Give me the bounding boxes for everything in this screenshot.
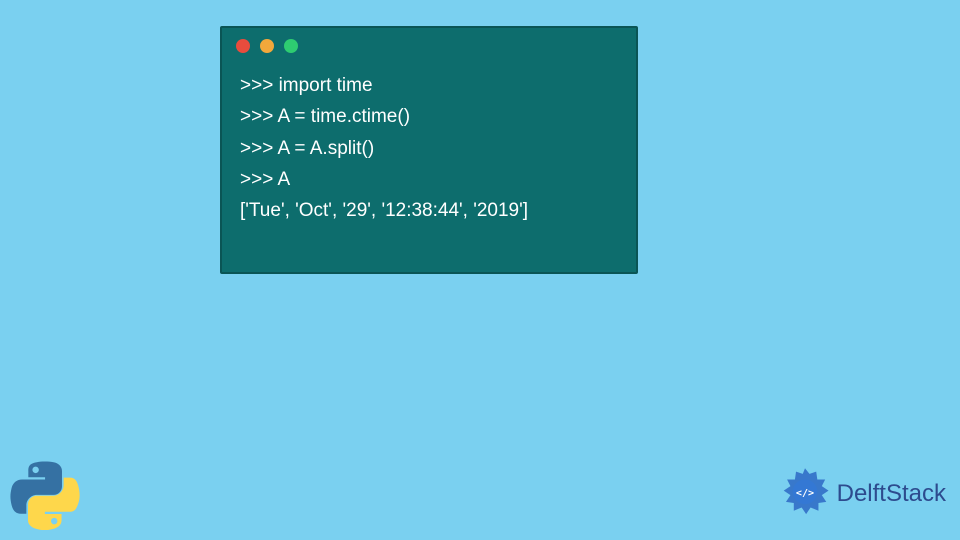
minimize-icon xyxy=(260,39,274,53)
brand-name: DelftStack xyxy=(837,480,946,508)
code-line: >>> import time xyxy=(240,70,618,101)
maximize-icon xyxy=(284,39,298,53)
terminal-titlebar xyxy=(222,28,636,64)
terminal-window: >>> import time >>> A = time.ctime() >>>… xyxy=(220,26,638,274)
brand-logo: </> DelftStack xyxy=(777,466,946,522)
delftstack-badge-icon: </> xyxy=(777,466,833,522)
code-line: >>> A = time.ctime() xyxy=(240,101,618,132)
code-line: >>> A = A.split() xyxy=(240,133,618,164)
svg-text:</>: </> xyxy=(796,488,814,499)
code-line: >>> A xyxy=(240,164,618,195)
close-icon xyxy=(236,39,250,53)
code-block: >>> import time >>> A = time.ctime() >>>… xyxy=(222,64,636,233)
code-line: ['Tue', 'Oct', '29', '12:38:44', '2019'] xyxy=(240,195,618,226)
python-logo-icon xyxy=(10,460,80,530)
